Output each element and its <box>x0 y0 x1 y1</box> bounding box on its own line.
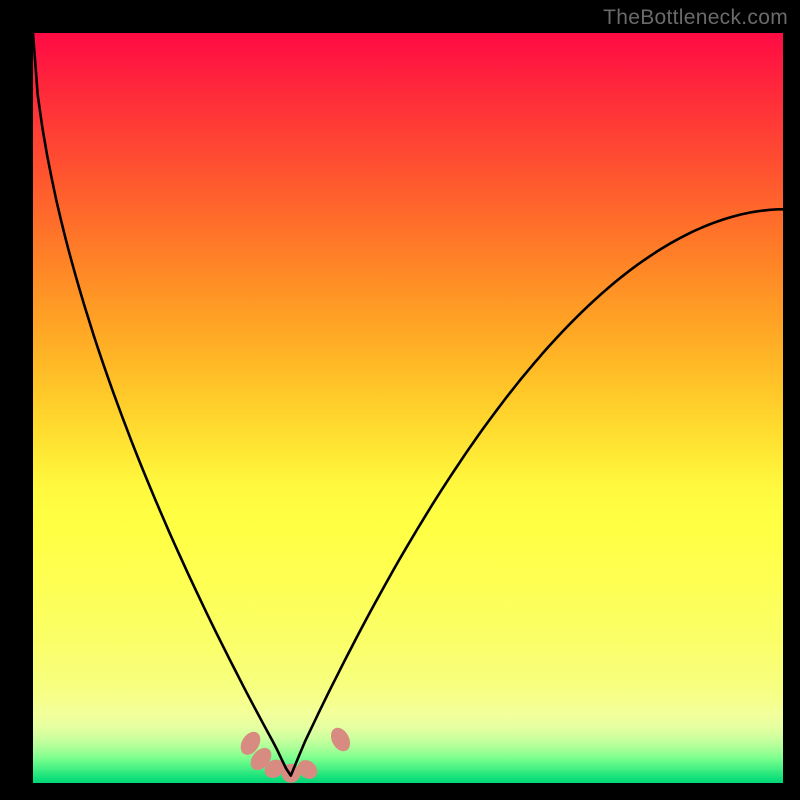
heat-gradient-background <box>33 33 783 783</box>
chart-frame: TheBottleneck.com <box>0 0 800 800</box>
plot-area <box>33 33 783 783</box>
attribution-label: TheBottleneck.com <box>603 6 788 30</box>
